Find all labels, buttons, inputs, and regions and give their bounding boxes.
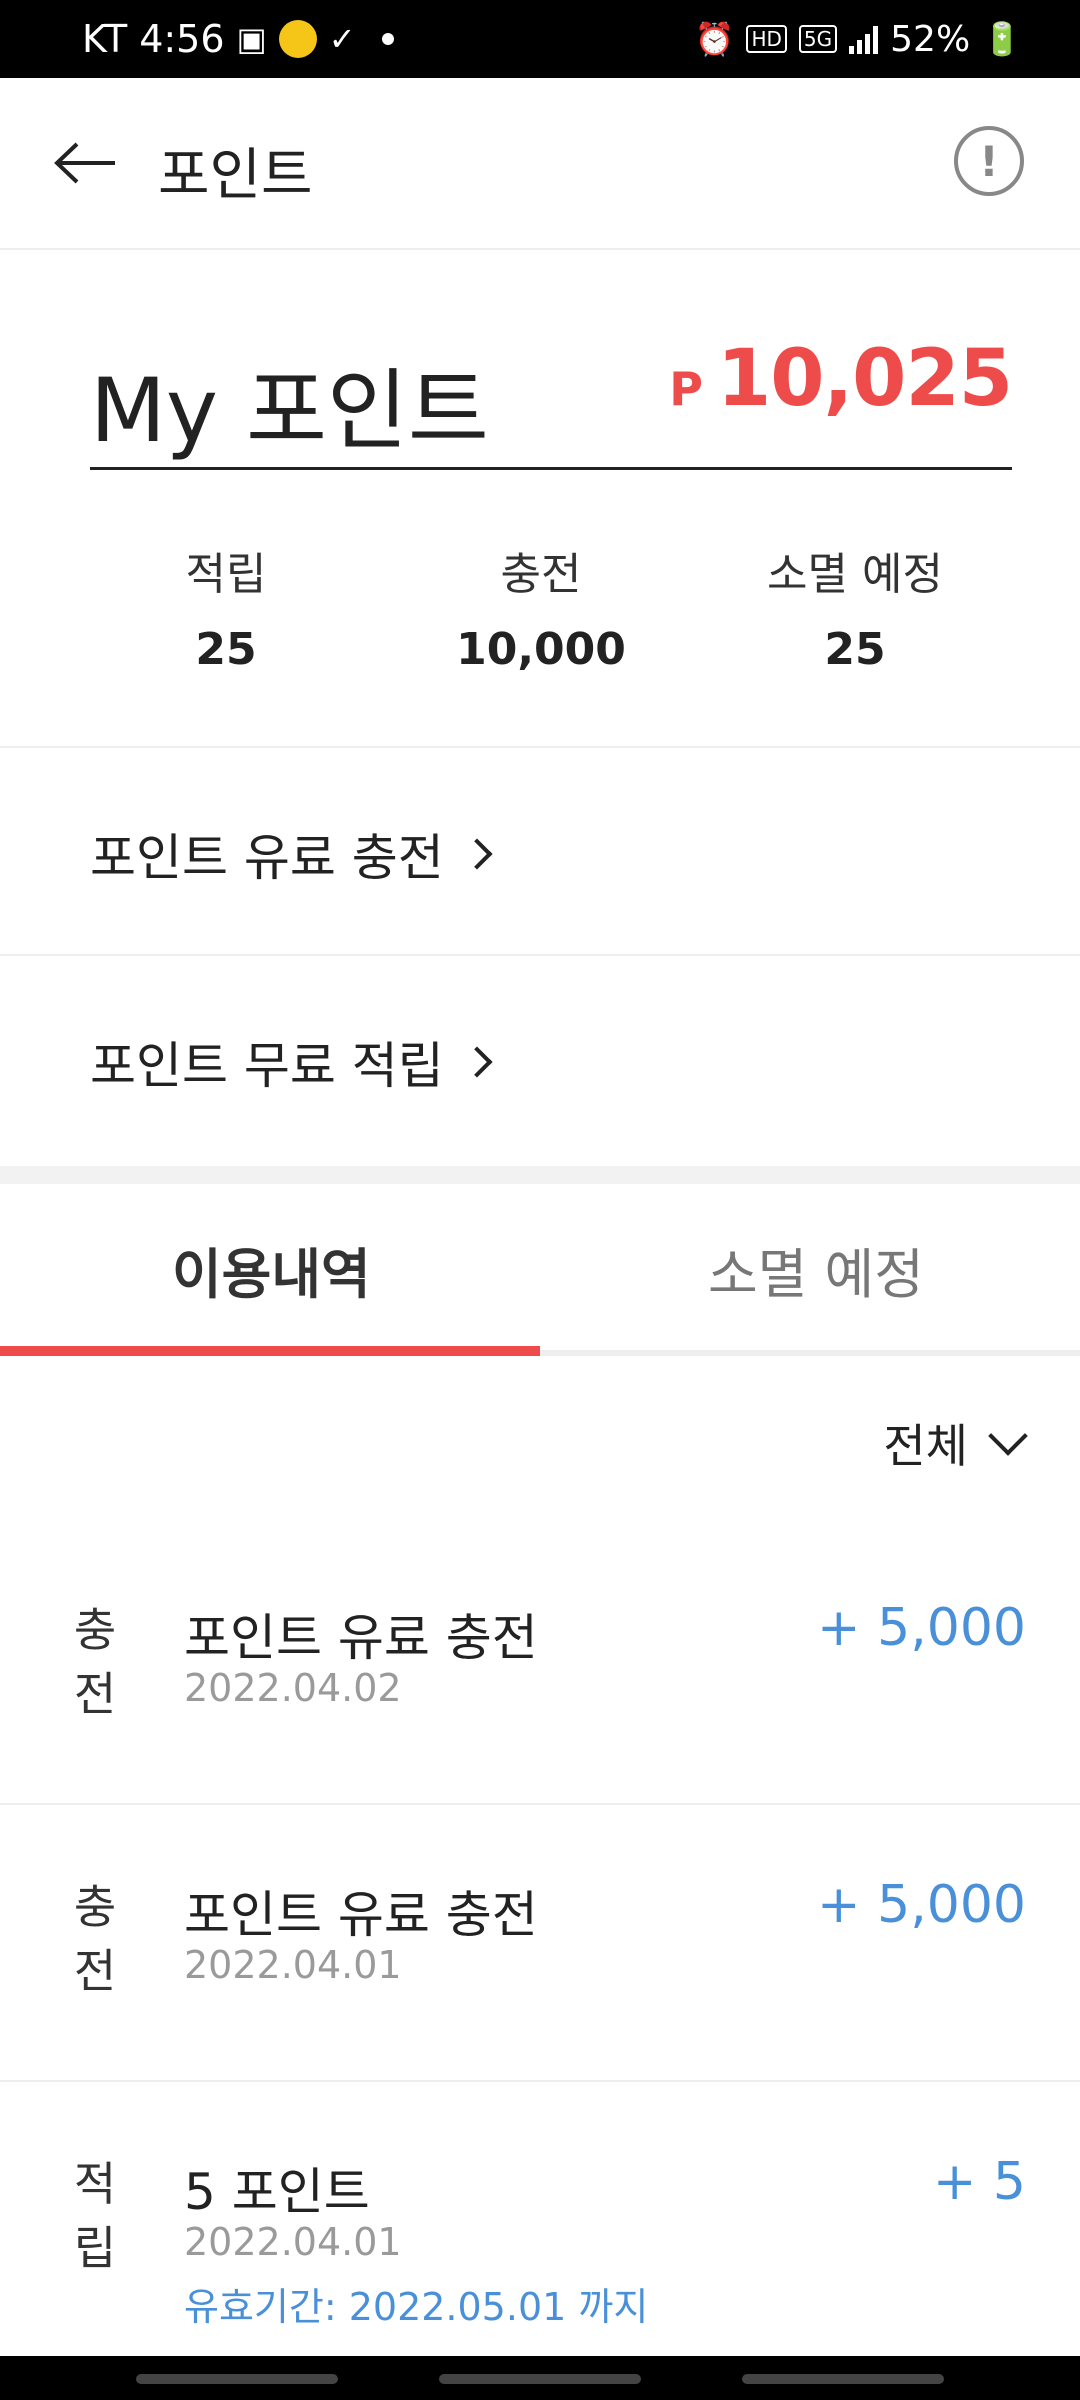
history-type-char: 전 xyxy=(73,1944,117,1998)
list-item[interactable]: 충 전 포인트 유료 충전 2022.04.01 + 5,000 xyxy=(0,1875,1080,2075)
hd-badge-icon: HD xyxy=(746,25,787,53)
network-5g-icon: 5G xyxy=(798,25,838,53)
chevron-right-icon xyxy=(461,1046,493,1078)
my-points-title: My 포인트 xyxy=(90,359,489,462)
history-amount: + 5 xyxy=(932,2152,1026,2212)
paid-charge-link[interactable]: 포인트 유료 충전 xyxy=(90,818,493,890)
history-title: 포인트 유료 충전 xyxy=(184,1886,538,1944)
section-separator xyxy=(0,1166,1080,1184)
chevron-right-icon xyxy=(461,838,493,870)
filter-dropdown[interactable]: 전체 xyxy=(883,1410,1030,1476)
list-item[interactable]: 적 립 5 포인트 2022.04.01 유효기간: 2022.05.01 까지… xyxy=(0,2152,1080,2352)
app-notification-icon: ✓ xyxy=(328,20,356,58)
stat-earned: 적립 25 xyxy=(76,538,376,675)
tab-underline xyxy=(540,1350,1080,1356)
status-right: ⏰ HD 5G 52% 🔋 xyxy=(695,0,1022,78)
divider xyxy=(0,746,1080,748)
system-nav-bar xyxy=(0,2356,1080,2400)
point-symbol: P xyxy=(669,362,703,416)
history-amount: + 5,000 xyxy=(817,1598,1026,1658)
divider xyxy=(0,1803,1080,1805)
stat-charged: 충전 10,000 xyxy=(391,538,691,675)
my-points-summary: My 포인트 P 10,025 xyxy=(90,320,1013,470)
stat-expiring: 소멸 예정 25 xyxy=(705,538,1005,675)
exclamation-icon: ! xyxy=(979,136,999,186)
nav-back-button[interactable] xyxy=(742,2374,944,2384)
history-date: 2022.04.02 xyxy=(184,1666,402,1710)
active-tab-indicator xyxy=(0,1346,540,1356)
stat-value: 25 xyxy=(824,624,886,675)
stat-label: 충전 xyxy=(500,549,582,600)
history-title: 포인트 유료 충전 xyxy=(184,1609,538,1667)
nav-recent-button[interactable] xyxy=(136,2374,338,2384)
free-earn-label: 포인트 무료 적립 xyxy=(90,1037,444,1095)
info-button[interactable]: ! xyxy=(954,126,1024,196)
history-type-char: 립 xyxy=(73,2221,117,2275)
back-arrow-icon xyxy=(54,142,115,184)
list-item[interactable]: 충 전 포인트 유료 충전 2022.04.02 + 5,000 xyxy=(0,1598,1080,1798)
tab-history-label: 이용내역 xyxy=(172,1242,371,1306)
stat-label: 소멸 예정 xyxy=(767,549,943,600)
history-type: 충 전 xyxy=(70,1875,120,2003)
emoji-notification-icon xyxy=(278,20,317,58)
history-type: 충 전 xyxy=(70,1598,120,1726)
stat-label: 적립 xyxy=(185,549,267,600)
alarm-icon: ⏰ xyxy=(694,20,735,58)
history-date: 2022.04.01 xyxy=(184,2220,402,2264)
back-button[interactable] xyxy=(46,128,126,198)
my-points-total: P 10,025 xyxy=(669,334,1013,424)
history-expiry: 유효기간: 2022.05.01 까지 xyxy=(184,2285,649,2329)
divider xyxy=(0,2080,1080,2082)
tab-expiring[interactable]: 소멸 예정 xyxy=(540,1184,1080,1354)
history-type-char: 전 xyxy=(73,1667,117,1721)
tab-expiring-label: 소멸 예정 xyxy=(708,1242,924,1306)
stat-value: 10,000 xyxy=(456,624,626,675)
history-type-char: 충 xyxy=(73,1603,117,1657)
history-type: 적 립 xyxy=(70,2152,120,2280)
clock: 4:56 xyxy=(139,17,225,61)
signal-icon xyxy=(849,24,879,54)
status-bar: KT 4:56 ▣ ✓ ⏰ HD 5G 52% 🔋 xyxy=(0,0,1080,78)
paid-charge-label: 포인트 유료 충전 xyxy=(90,829,444,887)
gallery-icon: ▣ xyxy=(236,20,267,58)
history-amount: + 5,000 xyxy=(817,1875,1026,1935)
app-header: 포인트 ! xyxy=(0,78,1080,250)
history-title: 5 포인트 xyxy=(184,2163,370,2221)
more-notifications-dot-icon xyxy=(381,33,394,45)
chevron-down-icon xyxy=(988,1416,1028,1456)
free-earn-link[interactable]: 포인트 무료 적립 xyxy=(90,1026,493,1098)
point-total-value: 10,025 xyxy=(717,334,1013,424)
filter-selected-label: 전체 xyxy=(883,1419,968,1473)
battery-percent: 52% xyxy=(890,18,971,60)
stat-value: 25 xyxy=(195,624,257,675)
divider xyxy=(0,954,1080,956)
status-left: KT 4:56 ▣ ✓ xyxy=(82,0,394,78)
point-stats: 적립 25 충전 10,000 소멸 예정 25 xyxy=(0,538,1080,678)
history-type-char: 충 xyxy=(73,1880,117,1934)
page-title: 포인트 xyxy=(158,143,313,208)
history-date: 2022.04.01 xyxy=(184,1943,402,1987)
carrier-label: KT xyxy=(82,17,128,61)
tab-history[interactable]: 이용내역 xyxy=(0,1184,540,1354)
history-type-char: 적 xyxy=(73,2157,117,2211)
nav-home-button[interactable] xyxy=(439,2374,641,2384)
battery-charging-icon: 🔋 xyxy=(982,20,1022,58)
